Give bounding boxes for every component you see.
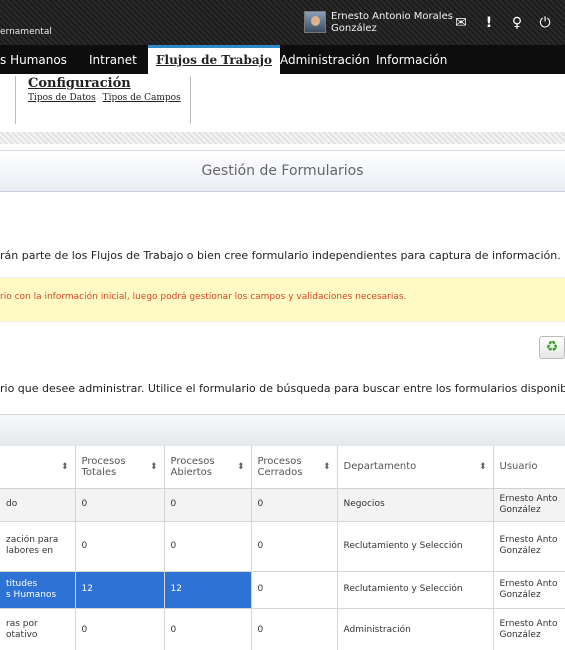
mail-icon[interactable]: ✉ — [454, 16, 468, 30]
column-header-usuario[interactable]: Usuario — [493, 446, 565, 489]
column-header-procesos-totales[interactable]: Procesos Totales ⬍ — [75, 446, 165, 489]
sort-icon[interactable]: ⬍ — [323, 462, 331, 473]
user-name[interactable]: Ernesto Antonio Morales González — [331, 11, 453, 35]
top-bar: ernamental Ernesto Antonio Morales Gonzá… — [0, 0, 565, 45]
divider-hatch — [0, 132, 565, 144]
cell-abiertos: 12 — [164, 571, 252, 609]
cell-departamento: Reclutamiento y Selección — [337, 571, 494, 609]
column-header-procesos-cerrados[interactable]: Procesos Cerrados ⬍ — [251, 446, 338, 489]
cell-nombre: titudes s Humanos — [0, 571, 76, 609]
power-icon[interactable]: ⏻ — [538, 16, 552, 30]
refresh-button[interactable]: ♻ — [539, 336, 565, 359]
link-tipos-de-campos[interactable]: Tipos de Campos — [103, 93, 181, 103]
user-name-line1: Ernesto Antonio Morales — [331, 11, 453, 22]
cell-usuario: Ernesto Anto González — [493, 488, 565, 522]
nav-item-recursos-humanos[interactable]: s Humanos — [0, 53, 67, 67]
top-icons: ✉ ! ♀ ⏻ — [454, 16, 552, 30]
column-header-nombre[interactable]: ⬍ — [0, 446, 76, 489]
submenu-links: Tipos de Datos Tipos de Campos — [28, 93, 190, 103]
cell-departamento: Administración — [337, 608, 494, 650]
sort-icon[interactable]: ⬍ — [237, 462, 245, 473]
nav-item-administracion[interactable]: Administración — [280, 53, 370, 67]
cell-usuario: Ernesto Anto González — [493, 608, 565, 650]
cell-abiertos: 0 — [164, 488, 252, 522]
nav-item-flujos-de-trabajo[interactable]: Flujos de Trabajo — [148, 45, 280, 76]
cell-nombre: do — [0, 488, 76, 522]
cell-abiertos: 0 — [164, 608, 252, 650]
nav-item-intranet[interactable]: Intranet — [89, 53, 137, 67]
main-nav: s Humanos Intranet Flujos de Trabajo Adm… — [0, 45, 565, 76]
page-title: Gestión de Formularios — [0, 150, 565, 192]
cell-usuario: Ernesto Anto González — [493, 521, 565, 572]
sort-icon[interactable]: ⬍ — [479, 462, 487, 473]
cell-abiertos: 0 — [164, 521, 252, 572]
cell-totales: 12 — [75, 571, 165, 609]
cell-totales: 0 — [75, 488, 165, 522]
user-name-line2: González — [331, 23, 377, 34]
table-row[interactable]: ras por otativo 0 0 0 Administración Erne… — [0, 608, 565, 650]
notice-banner: rio con la información inicial, luego po… — [0, 277, 565, 322]
cell-departamento: Reclutamiento y Selección — [337, 521, 494, 572]
notice-text: rio con la información inicial, luego po… — [0, 292, 407, 302]
cell-totales: 0 — [75, 521, 165, 572]
submenu-title[interactable]: Configuración — [28, 76, 190, 91]
alert-icon[interactable]: ! — [482, 16, 496, 30]
grid-toolbar — [0, 414, 565, 446]
sort-icon[interactable]: ⬍ — [150, 462, 158, 473]
table-row-selected[interactable]: titudes s Humanos 12 12 0 Reclutamiento y… — [0, 571, 565, 609]
sort-icon[interactable]: ⬍ — [61, 462, 69, 473]
refresh-icon: ♻ — [545, 339, 559, 355]
link-tipos-de-datos[interactable]: Tipos de Datos — [28, 93, 96, 103]
description-text: rán parte de los Flujos de Trabajo o bie… — [0, 249, 561, 262]
table-header-row: ⬍ Procesos Totales ⬍ Procesos Abiertos ⬍ Pro… — [0, 446, 565, 489]
table-row[interactable]: do 0 0 0 Negocios Ernesto Anto González — [0, 488, 565, 522]
cell-cerrados: 0 — [251, 488, 338, 522]
instructions-text: rio que desee administrar. Utilice el fo… — [0, 382, 565, 395]
brand-text: ernamental — [0, 27, 52, 37]
cell-usuario: Ernesto Anto González — [493, 571, 565, 609]
nav-item-informacion[interactable]: Información — [376, 53, 447, 67]
user-avatar[interactable] — [304, 11, 326, 33]
cell-cerrados: 0 — [251, 608, 338, 650]
submenu: Configuración Tipos de Datos Tipos de Ca… — [15, 76, 191, 124]
forms-table: ⬍ Procesos Totales ⬍ Procesos Abiertos ⬍ Pro… — [0, 446, 565, 650]
cell-totales: 0 — [75, 608, 165, 650]
table-row[interactable]: zación para labores en 0 0 0 Reclutamient… — [0, 521, 565, 572]
cell-cerrados: 0 — [251, 521, 338, 572]
lightbulb-icon[interactable]: ♀ — [510, 16, 524, 30]
cell-nombre: ras por otativo — [0, 608, 76, 650]
cell-nombre: zación para labores en — [0, 521, 76, 572]
column-header-procesos-abiertos[interactable]: Procesos Abiertos ⬍ — [164, 446, 252, 489]
cell-cerrados: 0 — [251, 571, 338, 609]
cell-departamento: Negocios — [337, 488, 494, 522]
column-header-departamento[interactable]: Departamento ⬍ — [337, 446, 494, 489]
